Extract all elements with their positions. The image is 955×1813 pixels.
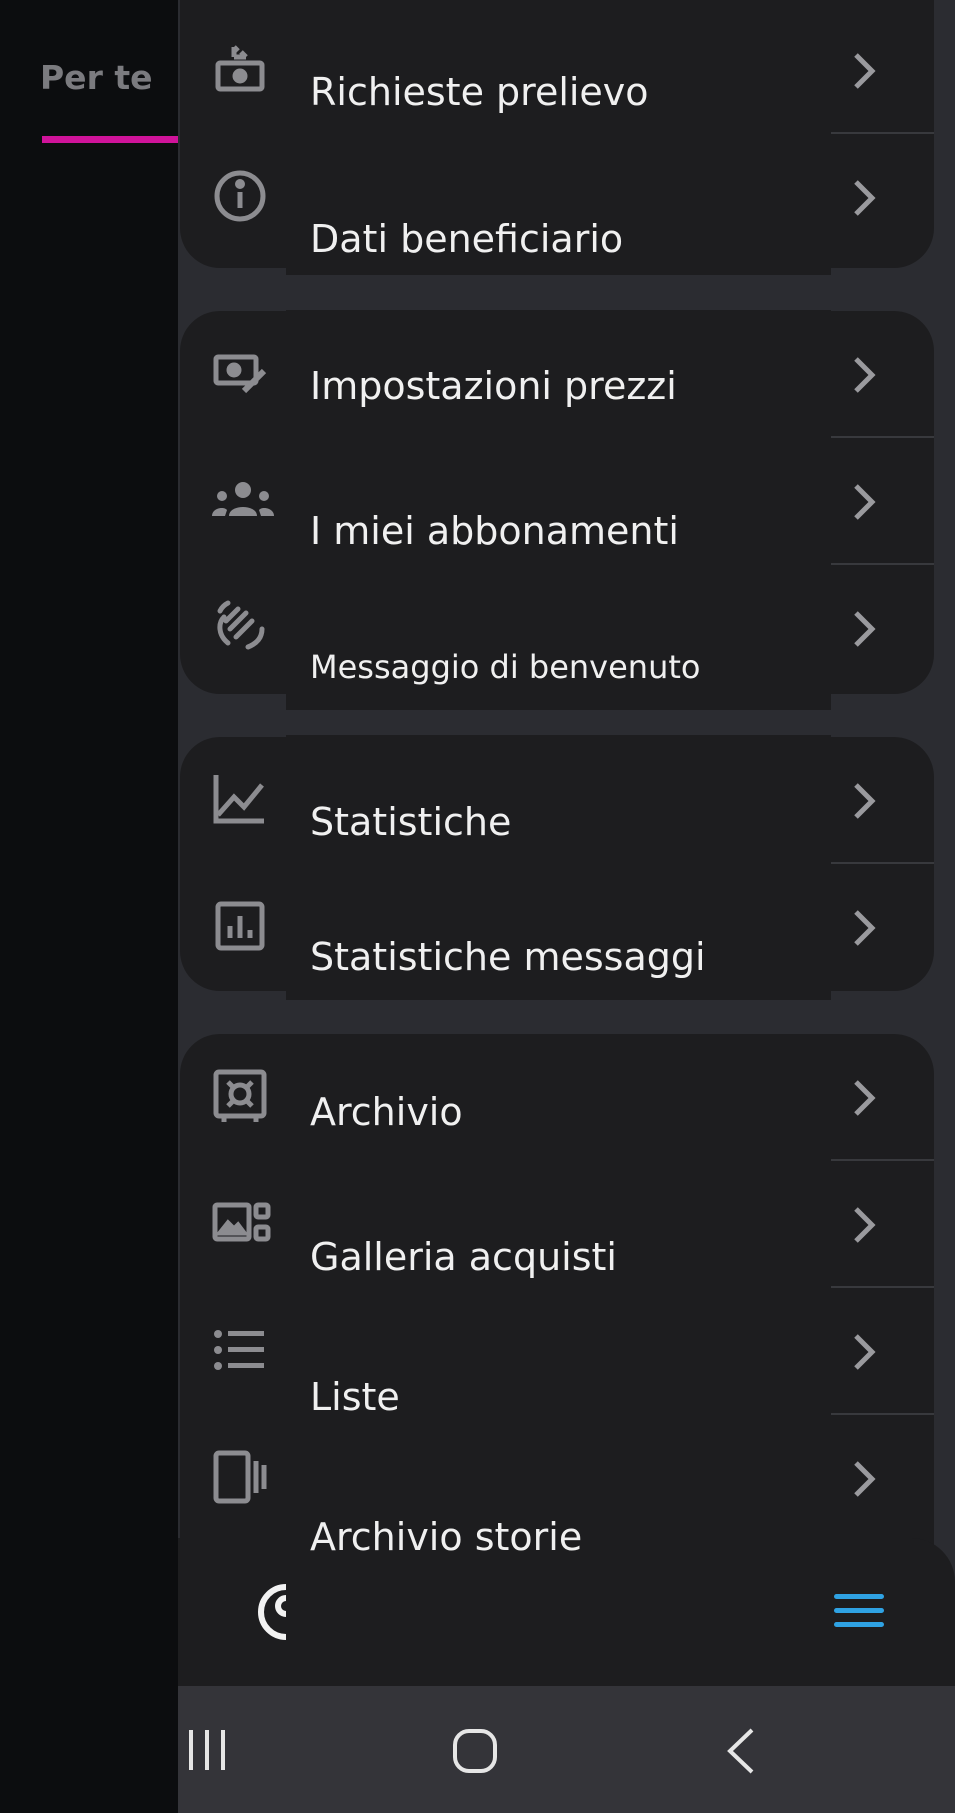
price-edit-icon — [212, 345, 268, 401]
menu-label-galleria-acquisti: Galleria acquisti — [310, 1235, 617, 1279]
chevron-right-icon — [850, 178, 878, 218]
menu-label-archivio-storie: Archivio storie — [310, 1515, 583, 1559]
chevron-right-icon — [850, 1459, 878, 1499]
gallery-icon — [212, 1195, 272, 1251]
menu-label-impostazioni-prezzi: Impostazioni prezzi — [310, 364, 677, 408]
chevron-right-icon — [850, 1205, 878, 1245]
menu-label-dati-beneficiario: Dati beneficiario — [310, 217, 624, 261]
menu-label-statistiche: Statistiche — [310, 800, 512, 844]
info-icon — [212, 168, 268, 224]
chevron-right-icon — [850, 51, 878, 91]
stories-icon — [212, 1449, 268, 1505]
vault-icon — [212, 1068, 268, 1124]
withdraw-cash-icon — [212, 41, 268, 97]
waving-hand-icon — [212, 599, 268, 655]
bar-chart-icon — [212, 898, 268, 954]
back-icon[interactable] — [724, 1728, 756, 1779]
chevron-right-icon — [850, 781, 878, 821]
system-navigation-bar — [178, 1686, 955, 1813]
chevron-right-icon — [850, 355, 878, 395]
menu-label-archivio: Archivio — [310, 1090, 463, 1134]
menu-label-liste: Liste — [310, 1375, 400, 1419]
background-feed — [0, 0, 178, 1813]
home-icon[interactable] — [452, 1728, 498, 1779]
menu-label-statistiche-messaggi: Statistiche messaggi — [310, 935, 706, 979]
chevron-right-icon — [850, 908, 878, 948]
menu-label-richieste-prelievo: Richieste prelievo — [310, 70, 649, 114]
menu-icon[interactable] — [834, 1594, 884, 1630]
menu-label-i-miei-abbonamenti: I miei abbonamenti — [310, 509, 679, 553]
chevron-right-icon — [850, 482, 878, 522]
group-icon — [210, 472, 276, 528]
tab-per-te[interactable]: Per te — [40, 58, 153, 97]
menu-label-messaggio-di-benvenuto: Messaggio di benvenuto — [310, 648, 701, 686]
tab-active-indicator — [42, 136, 178, 143]
chevron-right-icon — [850, 1332, 878, 1372]
chevron-right-icon — [850, 609, 878, 649]
chevron-right-icon — [850, 1078, 878, 1118]
line-chart-icon — [212, 771, 268, 827]
recent-apps-icon[interactable] — [186, 1730, 228, 1775]
list-icon — [212, 1322, 268, 1378]
